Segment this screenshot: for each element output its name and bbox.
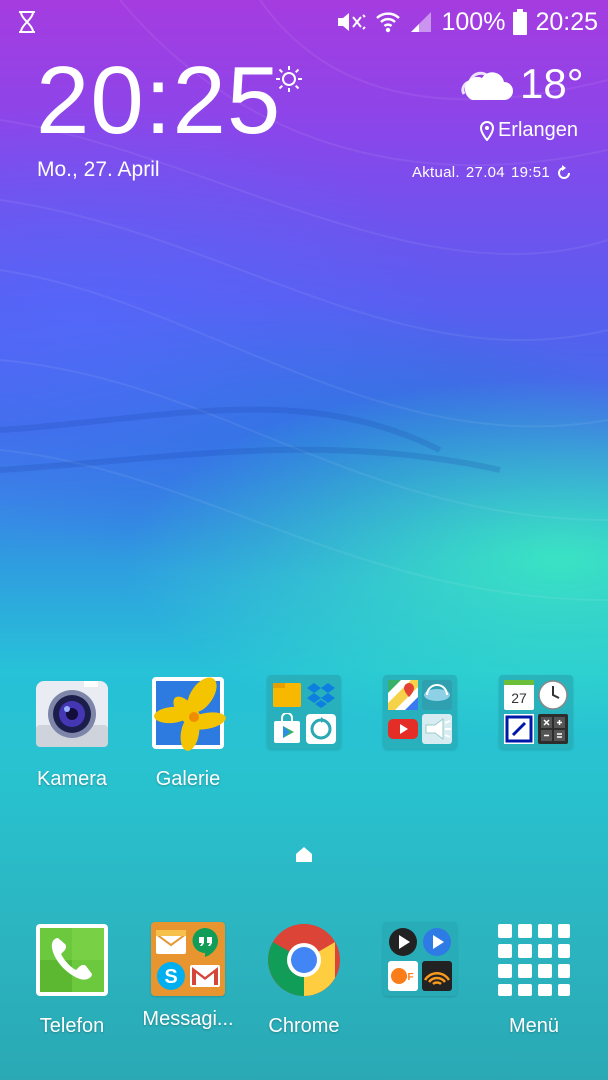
hourglass-icon: [19, 11, 35, 33]
app-label: Galerie: [155, 768, 221, 790]
weather-temperature: 18°: [520, 60, 584, 107]
updated-time: 19:51: [510, 164, 550, 181]
folder-icon: S: [151, 922, 225, 996]
status-bar: 100% 20:25: [0, 0, 608, 44]
folder-icon: [267, 675, 341, 749]
app-telefon[interactable]: Telefon: [12, 922, 132, 1038]
home-page-indicator-icon[interactable]: [295, 845, 313, 863]
folder-icon: 27: [499, 675, 573, 749]
signal-icon: [411, 12, 432, 32]
sync-app-icon: [305, 713, 337, 745]
audible-icon: [421, 960, 453, 992]
weather-updated: Aktual. 27.04 19:51: [412, 164, 572, 181]
wifi-icon: [376, 12, 401, 33]
battery-percent: 100%: [441, 7, 506, 36]
maps-icon: [387, 679, 419, 711]
clock-date: Mo., 27. April: [37, 158, 160, 181]
video-player-icon: [387, 926, 419, 958]
deutsche-bank-icon: [503, 713, 535, 745]
chrome-icon: [268, 924, 340, 996]
app-label: Telefon: [39, 1015, 105, 1037]
skype-icon: S: [155, 960, 187, 992]
clock-widget[interactable]: 20:25: [36, 52, 281, 149]
play-store-icon: [271, 712, 303, 745]
updated-date: 27.04: [465, 164, 505, 181]
folder-messaging[interactable]: S Messagi...: [128, 922, 248, 1031]
play-button-icon: [421, 926, 453, 958]
clock-icon: [537, 679, 569, 711]
refresh-icon[interactable]: [556, 164, 572, 181]
dropbox-icon: [305, 679, 337, 711]
folder-icon: DF: [383, 922, 457, 996]
clock-time: 20:25: [36, 47, 282, 154]
status-time: 20:25: [535, 7, 598, 36]
calendar-day: 27: [511, 690, 527, 706]
hangouts-icon: [189, 926, 221, 958]
folder-google[interactable]: [360, 675, 480, 749]
weather-location[interactable]: Erlangen: [479, 119, 578, 142]
app-chrome[interactable]: Chrome: [244, 922, 364, 1038]
svg-text:S: S: [164, 966, 177, 988]
app-menu[interactable]: Menü: [474, 922, 594, 1038]
app-drawer-icon: [498, 924, 570, 996]
email-icon: [155, 926, 187, 958]
battery-icon: [513, 9, 528, 35]
app-kamera[interactable]: Kamera: [12, 675, 132, 791]
folder-tools[interactable]: 27: [476, 675, 596, 749]
folder-media[interactable]: DF: [360, 922, 480, 1008]
youtube-icon: [387, 713, 419, 745]
updated-label: Aktual.: [411, 164, 460, 181]
flashlight-icon: [421, 713, 453, 745]
cloud-icon[interactable]: [458, 66, 514, 104]
camera-icon: [36, 681, 108, 747]
mute-icon: [338, 13, 367, 31]
gallery-icon: [152, 677, 226, 751]
location-name: Erlangen: [497, 119, 578, 141]
alarm-sun-icon: [276, 66, 302, 92]
my-files-icon: [271, 679, 303, 711]
app-galerie[interactable]: Galerie: [128, 675, 248, 791]
calendar-icon: 27: [503, 679, 535, 711]
app-label: Chrome: [268, 1015, 340, 1037]
app-label: Messagi...: [142, 1008, 234, 1030]
zdf-icon: DF: [387, 960, 419, 992]
samsung-app-icon: [421, 679, 453, 711]
gmail-icon: [189, 960, 221, 992]
folder-icon: [383, 675, 457, 749]
folder-files[interactable]: [244, 675, 364, 749]
phone-icon: [36, 924, 108, 996]
app-label: Kamera: [36, 768, 108, 790]
calculator-icon: [537, 713, 569, 745]
app-label: Menü: [508, 1015, 560, 1037]
location-pin-icon: [479, 120, 494, 141]
svg-text:DF: DF: [400, 972, 413, 983]
